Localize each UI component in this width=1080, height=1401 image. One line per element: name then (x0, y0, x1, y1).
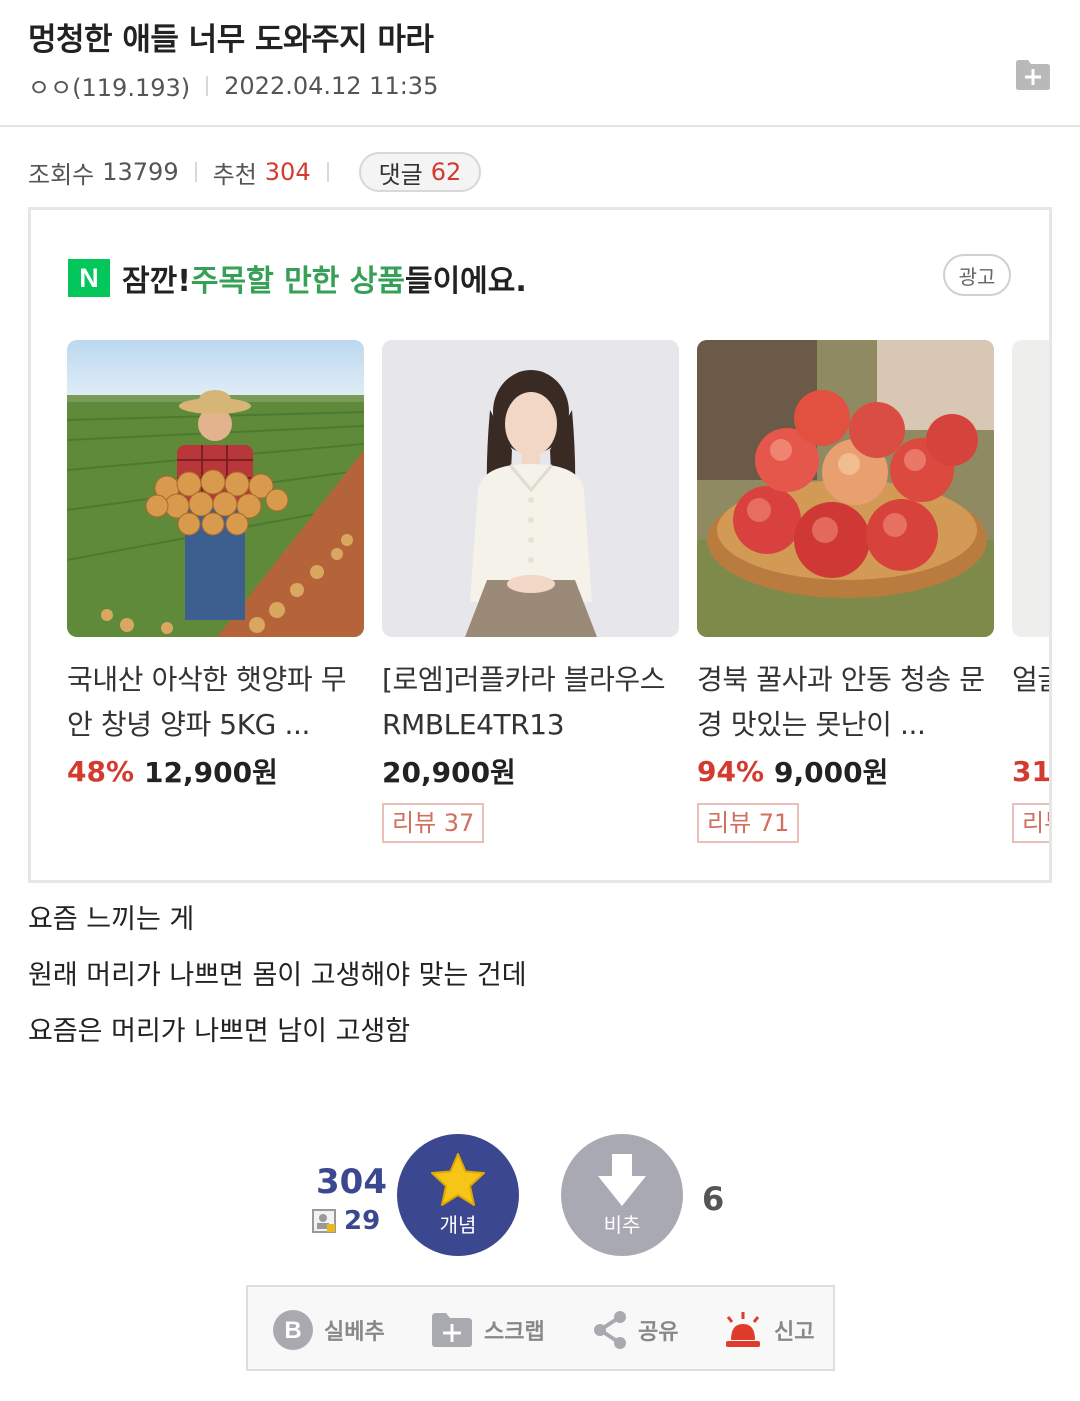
product-discount: 48% (67, 754, 135, 788)
product-card[interactable]: 경북 꿀사과 안동 청송 문경 맛있는 못난이 ... 94% 9,000원 리… (697, 340, 994, 843)
post-date: 2022.04.12 11:35 (224, 71, 439, 100)
ad-badge[interactable]: 광고 (943, 254, 1011, 296)
best-recommend-label: 실베추 (324, 1320, 385, 1345)
product-name[interactable]: 국내산 아삭한 햇양파 무안 창녕 양파 5KG ... (67, 657, 364, 747)
comments-count: 62 (430, 158, 462, 186)
product-name[interactable]: 경북 꿀사과 안동 청송 문경 맛있는 못난이 ... (697, 657, 994, 747)
recommend-label: 추천 (212, 160, 257, 189)
product-image-onion-farmer[interactable] (67, 340, 364, 637)
folder-plus-icon[interactable] (1014, 58, 1052, 92)
downvote-button[interactable]: 비추 (561, 1134, 683, 1256)
b-circle-icon: B (273, 1310, 313, 1350)
upvote-button[interactable]: 개념 (397, 1134, 519, 1256)
product-price-row: 94% 9,000원 (697, 751, 994, 791)
vote-area: 304 29 개념 비추 6 (0, 1130, 1080, 1260)
review-badge: 리뷰 71 (697, 803, 800, 843)
post-title: 멍청한 애들 너무 도와주지 마라 (28, 22, 434, 58)
review-badge: 리뷰 (1012, 803, 1049, 843)
svg-text:B: B (284, 1317, 301, 1344)
star-icon (431, 1153, 485, 1206)
scrap-label: 스크랩 (484, 1320, 545, 1345)
siren-icon (726, 1312, 760, 1347)
stats-divider (194, 162, 197, 182)
fixed-upvote-count: 29 (312, 1206, 380, 1236)
body-line: 원래 머리가 나쁘면 몸이 고생해야 맞는 건데 (28, 960, 527, 991)
ad-heading-post: 들이에요. (404, 264, 527, 299)
scrap-button[interactable]: 스크랩 (430, 1287, 545, 1373)
stats-divider (326, 162, 329, 182)
ad-heading-pre: 잠깐! (122, 264, 191, 299)
comments-label: 댓글 (378, 160, 423, 189)
body-line: 요즘은 머리가 나쁘면 남이 고생함 (28, 1016, 411, 1047)
best-recommend-button[interactable]: B 실베추 (272, 1287, 385, 1373)
upvote-label: 개념 (439, 1213, 477, 1237)
ad-heading: N 잠깐! 주목할 만한 상품 들이에요. (68, 256, 527, 300)
product-image-apples[interactable] (697, 340, 994, 637)
meta-divider (206, 75, 209, 96)
post-stats: 조회수 13799 추천 304 댓글 62 (28, 152, 482, 192)
post-body: 요즘 느끼는 게 원래 머리가 나쁘면 몸이 고생해야 맞는 건데 요즘은 머리… (28, 892, 527, 1060)
action-bar: B 실베추 스크랩 공유 신고 (246, 1285, 835, 1371)
review-badge: 리뷰 37 (382, 803, 485, 843)
post-meta: ㅇㅇ(119.193) 2022.04.12 11:35 (28, 68, 438, 103)
product-discount: 94% (697, 754, 765, 788)
product-name[interactable]: 얼굴 예쁨 (1012, 657, 1049, 747)
product-discount: 31 (1012, 754, 1051, 788)
share-button[interactable]: 공유 (592, 1287, 678, 1373)
share-icon (594, 1311, 626, 1349)
folder-plus-icon (432, 1313, 472, 1347)
body-line: 요즘 느끼는 게 (28, 904, 195, 935)
upvote-count: 304 (316, 1162, 387, 1202)
product-card[interactable]: [로엠]러플카라 블라우스 RMBLE4TR13 20,900원 리뷰 37 (382, 340, 679, 843)
product-image-blouse-model[interactable] (382, 340, 679, 637)
post-header: 멍청한 애들 너무 도와주지 마라 ㅇㅇ(119.193) 2022.04.12… (0, 0, 1080, 127)
fixed-count-value: 29 (344, 1206, 381, 1236)
ad-box: N 잠깐! 주목할 만한 상품 들이에요. 광고 국내산 아삭한 햇양파 무안 … (28, 207, 1052, 883)
product-price-row: 31 (1012, 751, 1051, 791)
product-price: 20,900원 (382, 756, 516, 789)
downvote-count: 6 (702, 1180, 725, 1218)
report-button[interactable]: 신고 (722, 1287, 814, 1373)
ad-heading-highlight: 주목할 만한 상품 (190, 264, 405, 299)
share-label: 공유 (638, 1320, 679, 1345)
arrow-down-icon (598, 1154, 646, 1206)
naver-logo-icon: N (68, 259, 110, 297)
views-label: 조회수 (28, 160, 95, 189)
product-name[interactable]: [로엠]러플카라 블라우스 RMBLE4TR13 (382, 657, 679, 747)
comments-button[interactable]: 댓글 62 (358, 152, 482, 192)
recommend-count: 304 (264, 158, 311, 186)
product-price-row: 20,900원 (382, 751, 679, 791)
report-label: 신고 (774, 1320, 815, 1345)
post-author[interactable]: ㅇㅇ(119.193) (28, 68, 190, 103)
fixed-user-icon (312, 1209, 336, 1233)
downvote-label: 비추 (603, 1213, 641, 1237)
product-price: 9,000원 (774, 756, 889, 789)
views-count: 13799 (102, 158, 179, 186)
product-price: 12,900원 (144, 756, 278, 789)
product-image-partial[interactable] (1012, 340, 1049, 637)
product-card[interactable]: 국내산 아삭한 햇양파 무안 창녕 양파 5KG ... 48% 12,900원 (67, 340, 364, 791)
product-card[interactable]: 얼굴 예쁨 31 리뷰 (1012, 340, 1051, 843)
product-price-row: 48% 12,900원 (67, 751, 364, 791)
